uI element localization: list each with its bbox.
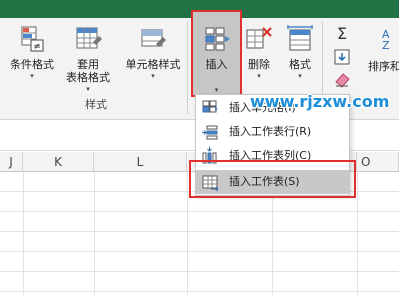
conditional-format-icon: ≠ — [21, 26, 44, 52]
insert-cells-icon — [202, 100, 218, 113]
svg-text:≠: ≠ — [33, 42, 41, 52]
format-as-table-label-2: 表格格式 — [66, 71, 110, 84]
clear-icon[interactable] — [332, 70, 352, 88]
row-line — [0, 291, 399, 292]
cell-styles-label: 单元格样式 — [125, 58, 181, 71]
menu-item-insert-row[interactable]: 插入工作表行(R) — [196, 120, 349, 144]
delete-label: 删除 — [248, 58, 270, 71]
row-line — [0, 271, 399, 272]
svg-text:Σ: Σ — [337, 24, 347, 42]
column-line — [94, 172, 95, 295]
insert-button-highlight — [191, 10, 242, 97]
delete-dropdown-arrow: ▾ — [257, 72, 261, 80]
sort-filter-label[interactable]: 排序和 — [368, 58, 399, 74]
column-header-j[interactable]: J — [0, 152, 23, 172]
format-as-table-button[interactable]: 套用 表格格式 ▾ — [60, 24, 116, 104]
column-line — [187, 172, 188, 295]
column-line — [357, 172, 358, 295]
column-header-k[interactable]: K — [23, 152, 94, 172]
format-dropdown-arrow: ▾ — [298, 72, 302, 80]
svg-text:Z: Z — [382, 39, 390, 50]
column-line — [23, 172, 24, 295]
autosum-icon[interactable]: Σ — [332, 24, 352, 42]
format-cells-icon — [287, 25, 313, 51]
format-label: 格式 — [289, 58, 311, 71]
cell-styles-dropdown-arrow: ▾ — [151, 72, 155, 80]
watermark-text: www.rjzxw.com — [250, 92, 390, 111]
sort-filter-icon[interactable]: A Z — [380, 26, 399, 50]
group-separator — [187, 22, 188, 114]
row-line — [0, 231, 399, 232]
row-line — [0, 211, 399, 212]
cell-styles-button[interactable]: 单元格样式 ▾ — [120, 24, 186, 104]
conditional-format-dropdown-arrow: ▾ — [30, 72, 34, 80]
styles-group-label: 样式 — [85, 98, 107, 111]
menu-item-label: 插入工作表行(R) — [229, 125, 312, 138]
insert-row-icon — [202, 125, 218, 140]
cell-styles-icon — [141, 29, 166, 47]
fill-icon[interactable] — [332, 48, 352, 66]
insert-sheet-highlight — [189, 160, 356, 198]
conditional-format-label: 条件格式 — [10, 58, 54, 71]
row-line — [0, 251, 399, 252]
format-as-table-icon — [76, 27, 102, 49]
column-header-o[interactable]: O — [357, 152, 399, 172]
column-header-l[interactable]: L — [94, 152, 187, 172]
delete-cells-icon — [246, 27, 272, 49]
format-as-table-dropdown-arrow: ▾ — [86, 85, 90, 93]
conditional-format-button[interactable]: ≠ 条件格式 ▾ — [4, 24, 60, 104]
format-as-table-label-1: 套用 — [77, 58, 99, 71]
